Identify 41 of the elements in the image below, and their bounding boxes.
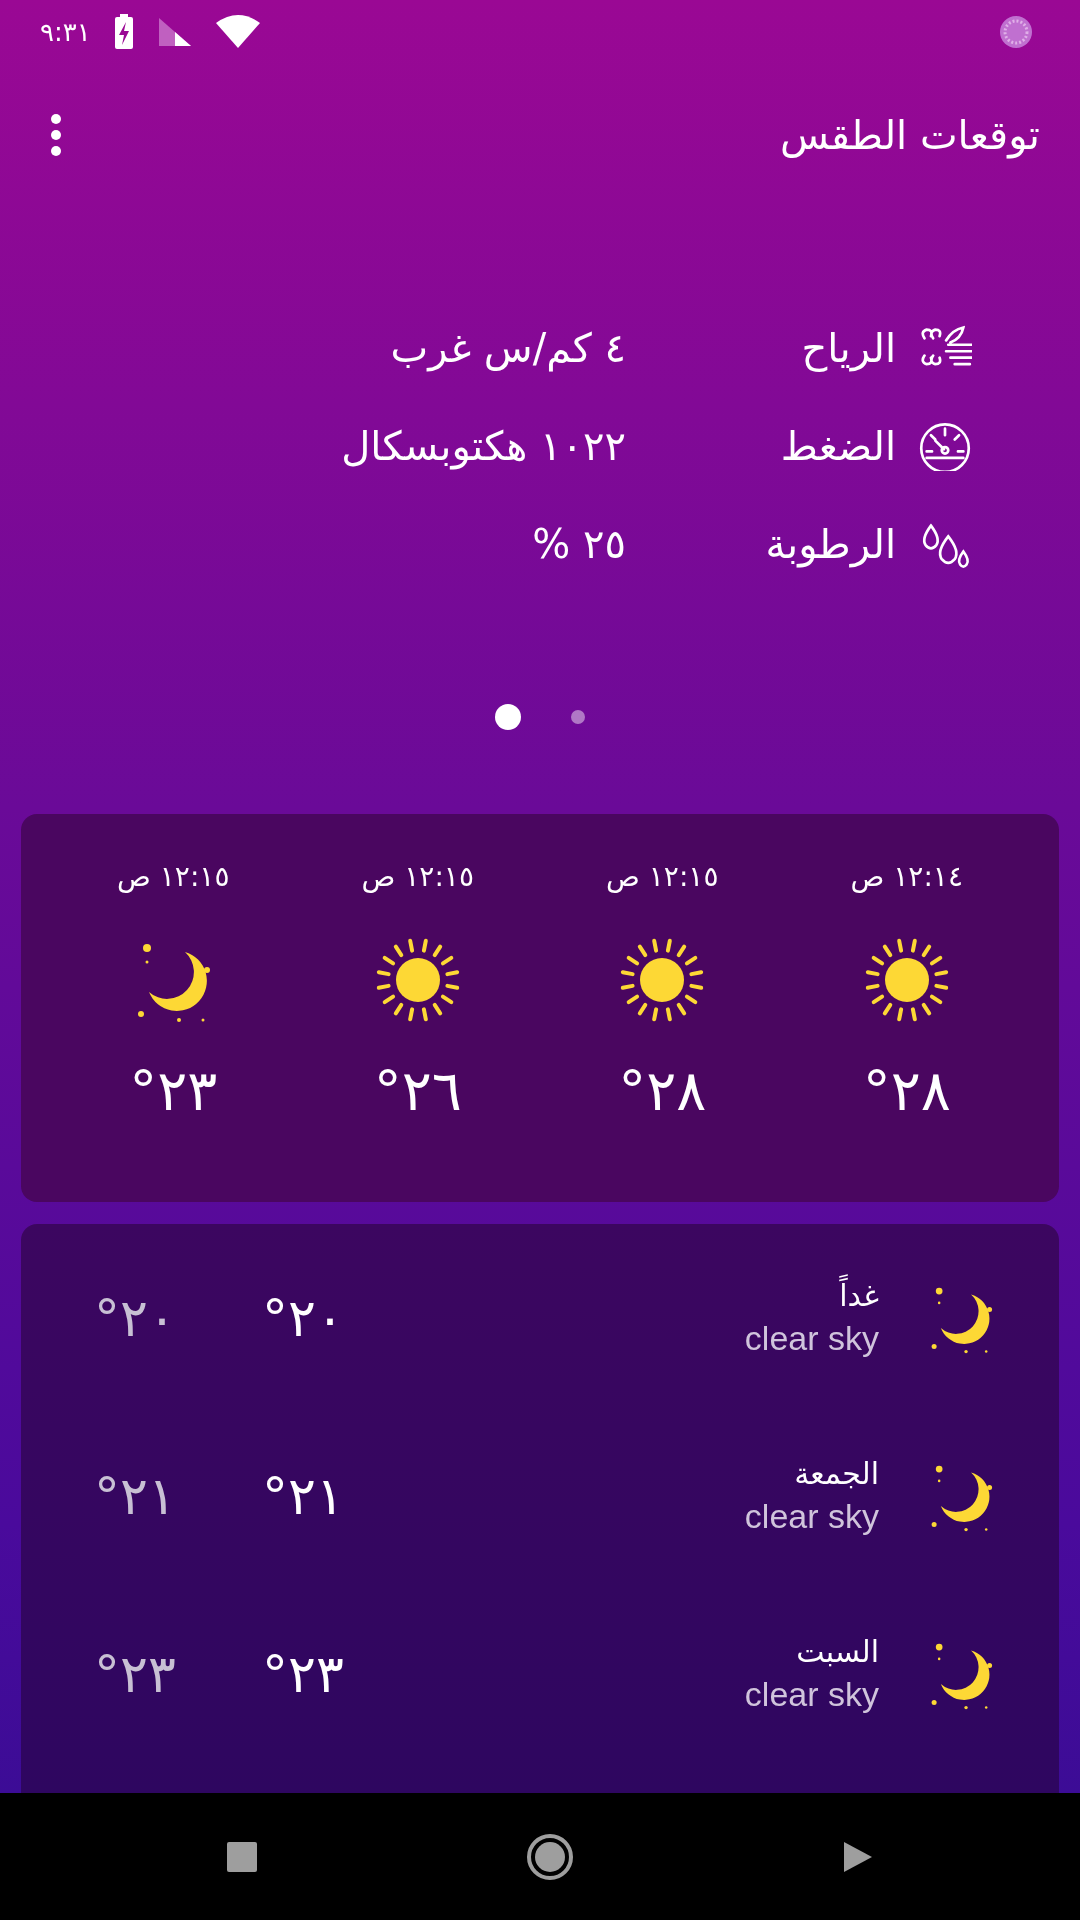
loading-icon xyxy=(998,14,1034,50)
battery-charging-icon xyxy=(112,13,135,51)
detail-label: الرطوبة xyxy=(764,521,896,567)
hour-temperature: ٢٨° xyxy=(862,1058,951,1123)
square-icon xyxy=(226,1840,258,1873)
signal-icon xyxy=(156,16,193,48)
recents-button[interactable] xyxy=(226,1840,258,1873)
hour-temperature: ٢٦° xyxy=(373,1058,462,1123)
day-name: السبت xyxy=(796,1634,879,1669)
hour-temperature: ٢٣° xyxy=(129,1058,218,1123)
low-temperature: ٢١° xyxy=(93,1466,177,1526)
detail-value: ٢٥ % xyxy=(531,521,626,567)
weather-description: clear sky xyxy=(744,1497,879,1536)
page-indicator-dot[interactable] xyxy=(571,710,585,724)
circle-icon xyxy=(526,1832,574,1881)
clock-time: ٩:٣١ xyxy=(40,17,91,47)
triangle-icon xyxy=(842,1839,874,1874)
gauge-icon xyxy=(918,421,972,471)
app-title: توقعات الطقس xyxy=(779,112,1040,158)
high-temperature: ٢١° xyxy=(261,1466,345,1526)
back-button[interactable] xyxy=(842,1839,874,1874)
home-button[interactable] xyxy=(526,1832,574,1881)
detail-label: الرياح xyxy=(800,325,896,371)
low-temperature: ٢٠° xyxy=(93,1288,177,1348)
high-temperature: ٢٠° xyxy=(261,1288,345,1348)
high-temperature: ٢٣° xyxy=(261,1644,345,1704)
day-name: الجمعة xyxy=(794,1456,879,1491)
wifi-icon xyxy=(214,15,261,49)
weather-description: clear sky xyxy=(744,1675,879,1714)
more-icon xyxy=(50,113,62,157)
low-temperature: ٢٣° xyxy=(93,1644,177,1704)
hour-time: ١٢:١٤ ص xyxy=(850,860,963,895)
hour-time: ١٢:١٥ ص xyxy=(117,860,230,895)
weather-description: clear sky xyxy=(744,1319,879,1358)
page-indicator-dot[interactable] xyxy=(495,704,521,730)
detail-value: ١٠٢٢ هكتوبسكال xyxy=(340,423,626,469)
detail-label: الضغط xyxy=(779,423,896,469)
hour-temperature: ٢٨° xyxy=(618,1058,707,1123)
hour-time: ١٢:١٥ ص xyxy=(361,860,474,895)
hour-time: ١٢:١٥ ص xyxy=(606,860,719,895)
detail-value: ٤ كم/س غرب xyxy=(389,325,626,371)
